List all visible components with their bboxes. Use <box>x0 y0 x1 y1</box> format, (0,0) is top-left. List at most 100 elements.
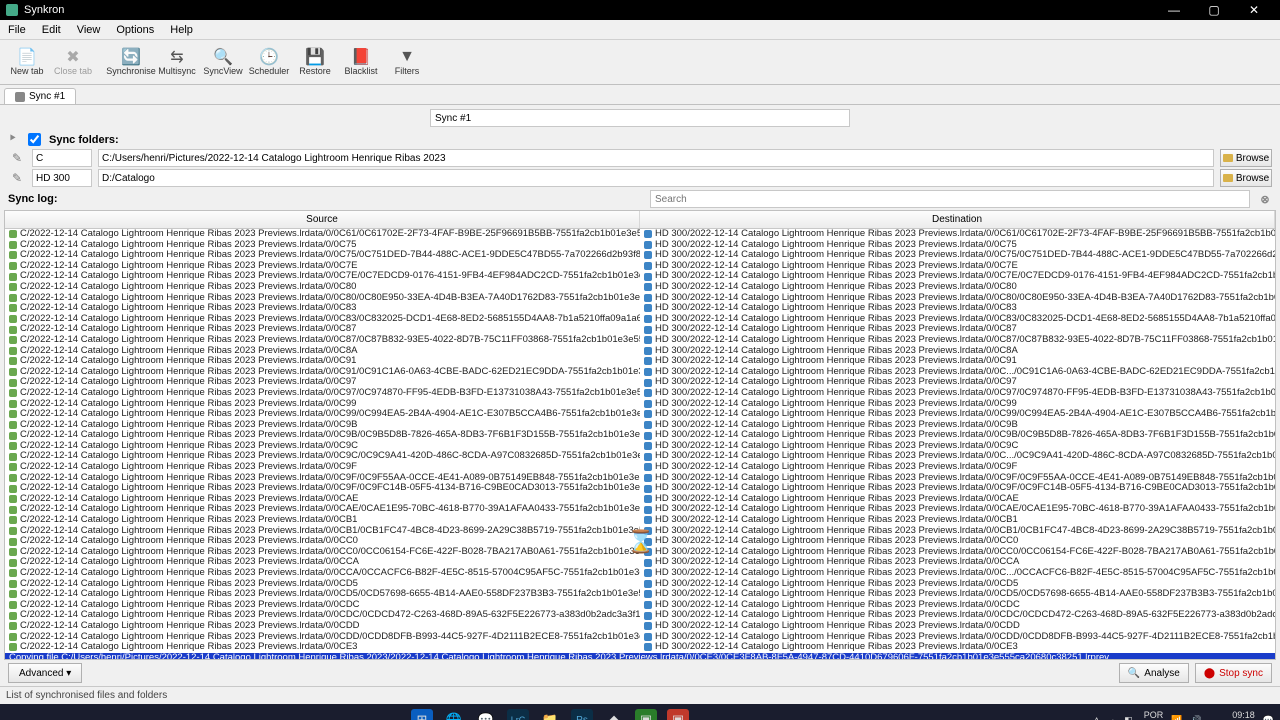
tray-lang[interactable]: POR PTB2 <box>1141 710 1164 720</box>
table-row[interactable]: C/2022-12-14 Catalogo Lightroom Henrique… <box>5 377 1275 388</box>
clear-search-icon[interactable]: ⊗ <box>1258 193 1272 206</box>
source-file-icon <box>9 527 17 535</box>
tray-icon[interactable]: ◧ <box>1124 715 1133 720</box>
taskbar-whatsapp-icon[interactable]: 💬 <box>475 709 497 720</box>
folder2-path-input[interactable] <box>98 169 1214 187</box>
newtab-button[interactable]: 📄New tab <box>4 40 50 85</box>
col-source[interactable]: Source <box>5 211 640 228</box>
table-row[interactable]: C/2022-12-14 Catalogo Lightroom Henrique… <box>5 504 1275 515</box>
maximize-button[interactable]: ▢ <box>1194 3 1234 17</box>
taskbar-app2-icon[interactable]: ▣ <box>635 709 657 720</box>
tab-sync1[interactable]: Sync #1 <box>4 88 76 104</box>
table-row[interactable]: C/2022-12-14 Catalogo Lightroom Henrique… <box>5 621 1275 632</box>
table-row[interactable]: C/2022-12-14 Catalogo Lightroom Henrique… <box>5 399 1275 410</box>
tray-chevron-icon[interactable]: ˄ <box>1094 715 1099 720</box>
tray-cloud-icon[interactable]: ☁ <box>1107 715 1116 720</box>
multisync-button[interactable]: ⇆Multisync <box>154 40 200 85</box>
table-row[interactable]: C/2022-12-14 Catalogo Lightroom Henrique… <box>5 250 1275 261</box>
taskbar-lrc-icon[interactable]: LrC <box>507 709 529 720</box>
taskbar-explorer-icon[interactable]: 📁 <box>539 709 561 720</box>
table-row[interactable]: C/2022-12-14 Catalogo Lightroom Henrique… <box>5 526 1275 537</box>
table-row[interactable]: C/2022-12-14 Catalogo Lightroom Henrique… <box>5 420 1275 431</box>
table-row[interactable]: C/2022-12-14 Catalogo Lightroom Henrique… <box>5 409 1275 420</box>
table-row[interactable]: C/2022-12-14 Catalogo Lightroom Henrique… <box>5 589 1275 600</box>
edit-icon[interactable]: ✎ <box>8 151 26 165</box>
taskbar-app3-icon[interactable]: ▣ <box>667 709 689 720</box>
menu-file[interactable]: File <box>0 24 34 36</box>
system-tray[interactable]: ˄ ☁ ◧ POR PTB2 📶 🔊 09:18 31/03/2023 💬 <box>1094 710 1274 720</box>
tabname-input[interactable] <box>430 109 850 127</box>
table-row[interactable]: C/2022-12-14 Catalogo Lightroom Henrique… <box>5 430 1275 441</box>
stopsync-button[interactable]: ⬤Stop sync <box>1195 663 1272 683</box>
table-row[interactable]: C/2022-12-14 Catalogo Lightroom Henrique… <box>5 557 1275 568</box>
table-row[interactable]: C/2022-12-14 Catalogo Lightroom Henrique… <box>5 536 1275 547</box>
restore-icon: 💾 <box>305 48 325 66</box>
tray-notification-icon[interactable]: 💬 <box>1263 715 1274 720</box>
search-input[interactable] <box>650 190 1250 208</box>
table-row[interactable]: C/2022-12-14 Catalogo Lightroom Henrique… <box>5 632 1275 643</box>
table-row[interactable]: C/2022-12-14 Catalogo Lightroom Henrique… <box>5 579 1275 590</box>
tray-volume-icon[interactable]: 🔊 <box>1191 715 1202 720</box>
taskbar-edge-icon[interactable]: 🌐 <box>443 709 465 720</box>
table-row[interactable]: C/2022-12-14 Catalogo Lightroom Henrique… <box>5 610 1275 621</box>
table-row[interactable]: C/2022-12-14 Catalogo Lightroom Henrique… <box>5 494 1275 505</box>
table-row[interactable]: C/2022-12-14 Catalogo Lightroom Henrique… <box>5 547 1275 558</box>
table-row[interactable]: C/2022-12-14 Catalogo Lightroom Henrique… <box>5 515 1275 526</box>
table-row[interactable]: C/2022-12-14 Catalogo Lightroom Henrique… <box>5 568 1275 579</box>
table-row[interactable]: C/2022-12-14 Catalogo Lightroom Henrique… <box>5 229 1275 240</box>
source-file-icon <box>9 559 17 567</box>
folder2-label-input[interactable] <box>32 169 92 187</box>
table-row[interactable]: C/2022-12-14 Catalogo Lightroom Henrique… <box>5 261 1275 272</box>
minimize-button[interactable]: ― <box>1154 3 1194 17</box>
log-body[interactable]: C/2022-12-14 Catalogo Lightroom Henrique… <box>5 229 1275 659</box>
menu-view[interactable]: View <box>69 24 109 36</box>
menu-options[interactable]: Options <box>108 24 162 36</box>
close-button[interactable]: ✕ <box>1234 3 1274 17</box>
table-row[interactable]: C/2022-12-14 Catalogo Lightroom Henrique… <box>5 303 1275 314</box>
scheduler-button[interactable]: 🕒Scheduler <box>246 40 292 85</box>
menu-edit[interactable]: Edit <box>34 24 69 36</box>
taskbar-ps-icon[interactable]: Ps <box>571 709 593 720</box>
restore-button[interactable]: 💾Restore <box>292 40 338 85</box>
table-row[interactable]: C/2022-12-14 Catalogo Lightroom Henrique… <box>5 271 1275 282</box>
table-row[interactable]: C/2022-12-14 Catalogo Lightroom Henrique… <box>5 388 1275 399</box>
table-row[interactable]: C/2022-12-14 Catalogo Lightroom Henrique… <box>5 314 1275 325</box>
source-file-icon <box>9 251 17 259</box>
table-row[interactable]: C/2022-12-14 Catalogo Lightroom Henrique… <box>5 441 1275 452</box>
taskbar-start-icon[interactable]: ⊞ <box>411 709 433 720</box>
expand-arrow-icon[interactable]: ⯈ <box>8 133 20 146</box>
filters-button[interactable]: ▼Filters <box>384 40 430 85</box>
table-row[interactable]: C/2022-12-14 Catalogo Lightroom Henrique… <box>5 335 1275 346</box>
table-row[interactable]: C/2022-12-14 Catalogo Lightroom Henrique… <box>5 367 1275 378</box>
table-row[interactable]: C/2022-12-14 Catalogo Lightroom Henrique… <box>5 324 1275 335</box>
table-row[interactable]: C/2022-12-14 Catalogo Lightroom Henrique… <box>5 462 1275 473</box>
tray-clock[interactable]: 09:18 31/03/2023 <box>1210 710 1255 720</box>
syncview-button[interactable]: 🔍SyncView <box>200 40 246 85</box>
syncfolders-checkbox[interactable] <box>28 133 41 146</box>
folder1-label-input[interactable] <box>32 149 92 167</box>
table-row[interactable]: C/2022-12-14 Catalogo Lightroom Henrique… <box>5 642 1275 653</box>
table-row[interactable]: C/2022-12-14 Catalogo Lightroom Henrique… <box>5 473 1275 484</box>
table-row[interactable]: C/2022-12-14 Catalogo Lightroom Henrique… <box>5 346 1275 357</box>
taskbar-app1-icon[interactable]: ◆ <box>603 709 625 720</box>
folder1-browse-button[interactable]: Browse <box>1220 149 1272 167</box>
table-row[interactable]: C/2022-12-14 Catalogo Lightroom Henrique… <box>5 600 1275 611</box>
advanced-button[interactable]: Advanced ▾ <box>8 663 82 683</box>
table-row[interactable]: C/2022-12-14 Catalogo Lightroom Henrique… <box>5 240 1275 251</box>
table-row[interactable]: C/2022-12-14 Catalogo Lightroom Henrique… <box>5 356 1275 367</box>
menu-help[interactable]: Help <box>162 24 201 36</box>
analyse-button[interactable]: 🔍Analyse <box>1119 663 1189 683</box>
table-row[interactable]: C/2022-12-14 Catalogo Lightroom Henrique… <box>5 293 1275 304</box>
blacklist-button[interactable]: 📕Blacklist <box>338 40 384 85</box>
dest-file-icon <box>644 262 652 270</box>
folder2-browse-button[interactable]: Browse <box>1220 169 1272 187</box>
tray-wifi-icon[interactable]: 📶 <box>1171 715 1182 720</box>
table-row[interactable]: C/2022-12-14 Catalogo Lightroom Henrique… <box>5 282 1275 293</box>
closetab-button[interactable]: ✖Close tab <box>50 40 96 85</box>
col-destination[interactable]: Destination <box>640 211 1275 228</box>
table-row[interactable]: C/2022-12-14 Catalogo Lightroom Henrique… <box>5 451 1275 462</box>
synchronise-button[interactable]: 🔄Synchronise <box>108 40 154 85</box>
folder1-path-input[interactable] <box>98 149 1214 167</box>
table-row[interactable]: C/2022-12-14 Catalogo Lightroom Henrique… <box>5 483 1275 494</box>
edit-icon[interactable]: ✎ <box>8 171 26 185</box>
